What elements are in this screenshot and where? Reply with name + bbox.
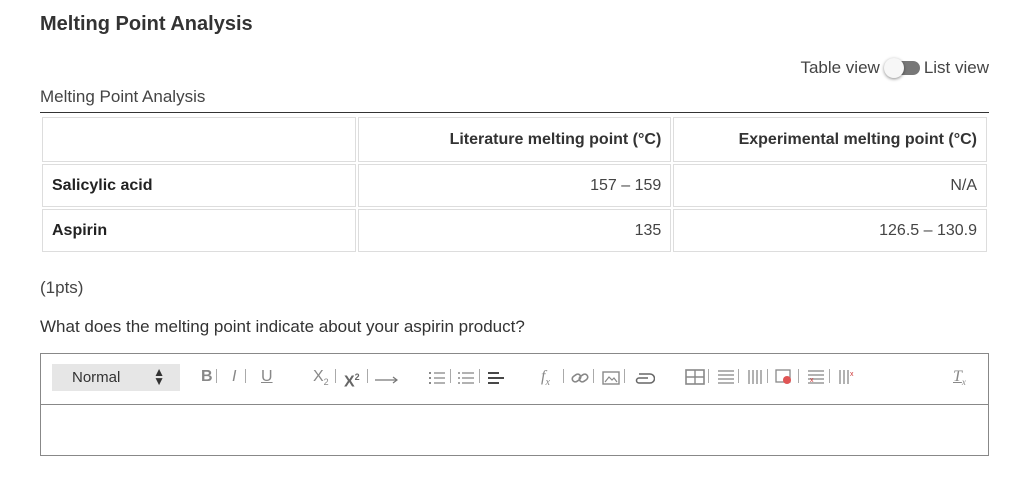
toolbar-separator: [829, 369, 830, 383]
format-select-value: Normal: [72, 369, 121, 386]
clear-format-icon[interactable]: Tx: [953, 367, 966, 392]
question-text: What does the melting point indicate abo…: [40, 317, 525, 336]
experimental-cell: N/A: [673, 164, 987, 207]
column-header-literature: Literature melting point (°C): [357, 117, 672, 162]
row-label: Salicylic acid: [42, 164, 356, 207]
subscript-icon[interactable]: X2: [313, 367, 329, 392]
delete-row-icon[interactable]: x: [807, 369, 825, 385]
literature-cell: 135: [357, 209, 672, 252]
rich-text-editor: Normal ▲ ▼ B I U X2 X2 fx x x Tx: [40, 353, 989, 456]
bold-icon[interactable]: B: [201, 367, 213, 387]
toolbar-separator: [563, 369, 564, 383]
toolbar-separator: [335, 369, 336, 383]
toolbar-separator: [738, 369, 739, 383]
column-header-blank: [42, 117, 356, 162]
column-header-experimental: Experimental melting point (°C): [673, 117, 987, 162]
svg-text:x: x: [810, 377, 814, 384]
toolbar-separator: [450, 369, 451, 383]
superscript-icon[interactable]: X2: [344, 367, 360, 392]
toolbar-separator: [367, 369, 368, 383]
view-toggle-switch[interactable]: [883, 58, 920, 78]
formula-icon[interactable]: fx: [541, 367, 550, 393]
insert-row-icon[interactable]: [717, 369, 735, 385]
row-label: Aspirin: [42, 209, 356, 252]
table-row: Salicylic acid 157 – 159 N/A: [42, 164, 987, 207]
format-select[interactable]: Normal ▲ ▼: [52, 364, 180, 391]
view-toggle: Table view List view: [800, 58, 989, 78]
italic-icon[interactable]: I: [232, 367, 236, 387]
bullet-list-icon[interactable]: [457, 370, 475, 386]
link-icon[interactable]: [571, 370, 589, 386]
page-title: Melting Point Analysis: [40, 13, 253, 35]
image-icon[interactable]: [602, 370, 620, 386]
experimental-cell: 126.5 – 130.9: [673, 209, 987, 252]
delete-table-icon[interactable]: [775, 369, 793, 385]
toggle-knob[interactable]: [883, 58, 904, 78]
toolbar-separator: [767, 369, 768, 383]
align-icon[interactable]: [487, 370, 505, 386]
melting-point-table: Literature melting point (°C) Experiment…: [40, 115, 989, 254]
list-view-label[interactable]: List view: [924, 58, 989, 78]
toolbar-separator: [479, 369, 480, 383]
toolbar-separator: [593, 369, 594, 383]
editor-toolbar: Normal ▲ ▼ B I U X2 X2 fx x x Tx: [41, 354, 988, 405]
section-divider: [40, 112, 989, 113]
toolbar-separator: [708, 369, 709, 383]
table-view-label[interactable]: Table view: [800, 58, 879, 78]
question-points: (1pts): [40, 278, 84, 297]
delete-column-icon[interactable]: x: [838, 369, 856, 385]
literature-cell: 157 – 159: [357, 164, 672, 207]
toolbar-separator: [245, 369, 246, 383]
ordered-list-icon[interactable]: [428, 370, 446, 386]
insert-column-icon[interactable]: [747, 369, 763, 385]
toolbar-separator: [798, 369, 799, 383]
table-header-row: Literature melting point (°C) Experiment…: [42, 117, 987, 162]
table-row: Aspirin 135 126.5 – 130.9: [42, 209, 987, 252]
attachment-icon[interactable]: [633, 372, 655, 386]
toolbar-separator: [216, 369, 217, 383]
arrow-icon[interactable]: [374, 368, 400, 384]
toolbar-separator: [624, 369, 625, 383]
answer-editor-body[interactable]: [41, 405, 988, 455]
section-label: Melting Point Analysis: [40, 87, 206, 106]
svg-text:x: x: [850, 371, 854, 378]
underline-icon[interactable]: U: [261, 367, 273, 387]
select-arrows-icon: ▲ ▼: [153, 365, 165, 388]
table-icon[interactable]: [685, 369, 705, 385]
